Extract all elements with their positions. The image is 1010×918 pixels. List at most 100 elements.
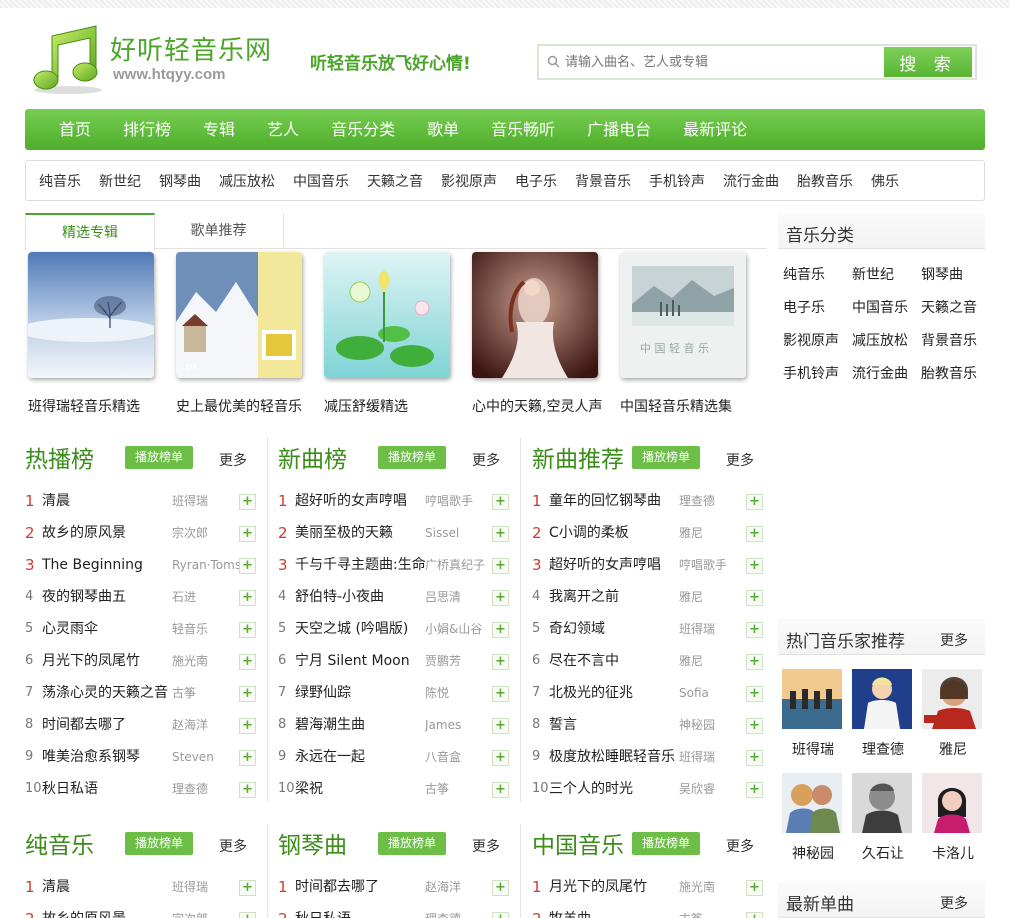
song-title[interactable]: 奇幻领域 [549, 613, 699, 645]
musician-item[interactable]: 班得瑞 [782, 669, 844, 759]
song-artist[interactable]: 雅尼 [679, 581, 747, 613]
add-icon[interactable]: + [492, 558, 509, 574]
add-icon[interactable]: + [239, 718, 256, 734]
more-link[interactable]: 更多 [219, 836, 247, 856]
category-link[interactable]: 钢琴曲 [159, 171, 201, 191]
song-title[interactable]: 我离开之前 [549, 581, 699, 613]
add-icon[interactable]: + [239, 526, 256, 542]
song-title[interactable]: 月光下的凤尾竹 [42, 645, 192, 677]
nav-item[interactable]: 音乐畅听 [491, 109, 555, 150]
category-link[interactable]: 流行金曲 [723, 171, 779, 191]
tab-featured-albums[interactable]: 精选专辑 [25, 213, 155, 250]
album-title[interactable]: 班得瑞轻音乐精选 [28, 396, 168, 416]
musician-name[interactable]: 卡洛儿 [922, 843, 984, 863]
add-icon[interactable]: + [746, 782, 763, 798]
musician-item[interactable]: 理查德 [852, 669, 914, 759]
song-artist[interactable]: 赵海洋 [425, 871, 493, 903]
musician-photo[interactable] [852, 669, 912, 729]
album-title[interactable]: 心中的天籁,空灵人声 [472, 396, 612, 416]
more-link[interactable]: 更多 [472, 450, 500, 470]
song-title[interactable]: 尽在不言中 [549, 645, 699, 677]
nav-item[interactable]: 专辑 [203, 109, 235, 150]
sidebar-category-link[interactable]: 钢琴曲 [921, 264, 963, 284]
chart-title[interactable]: 纯音乐 [25, 826, 94, 860]
category-link[interactable]: 天籁之音 [367, 171, 423, 191]
album-title[interactable]: 史上最优美的轻音乐 [176, 396, 316, 416]
song-title[interactable]: 唯美治愈系钢琴 [42, 741, 192, 773]
song-artist[interactable]: 班得瑞 [172, 871, 240, 903]
chart-title[interactable]: 新曲榜 [278, 440, 347, 474]
song-title[interactable]: 千与千寻主题曲:生命 [295, 549, 445, 581]
song-artist[interactable]: 雅尼 [679, 517, 747, 549]
musician-name[interactable]: 神秘园 [782, 843, 844, 863]
category-link[interactable]: 佛乐 [871, 171, 899, 191]
song-title[interactable]: 秋日私语 [42, 773, 192, 805]
add-icon[interactable]: + [746, 686, 763, 702]
add-icon[interactable]: + [492, 750, 509, 766]
song-artist[interactable]: 理查德 [679, 485, 747, 517]
more-link[interactable]: 更多 [472, 836, 500, 856]
song-artist[interactable]: 施光南 [172, 645, 240, 677]
song-artist[interactable]: 吴欣睿 [679, 773, 747, 805]
category-link[interactable]: 减压放松 [219, 171, 275, 191]
sidebar-category-link[interactable]: 中国音乐 [852, 297, 908, 317]
musician-photo[interactable] [922, 773, 982, 833]
album-cover[interactable] [28, 252, 154, 378]
musician-name[interactable]: 理查德 [852, 739, 914, 759]
musician-item[interactable]: 久石让 [852, 773, 914, 863]
song-artist[interactable]: 古筝 [679, 903, 747, 918]
add-icon[interactable]: + [239, 782, 256, 798]
album-title[interactable]: 中国轻音乐精选集 [620, 396, 760, 416]
musician-name[interactable]: 久石让 [852, 843, 914, 863]
song-artist[interactable]: Sofia [679, 677, 747, 709]
song-artist[interactable]: 赵海洋 [172, 709, 240, 741]
nav-item[interactable]: 艺人 [267, 109, 299, 150]
song-artist[interactable]: 石进 [172, 581, 240, 613]
add-icon[interactable]: + [492, 494, 509, 510]
album-item[interactable]: 心中的天籁,空灵人声 [472, 252, 612, 416]
song-title[interactable]: 天空之城 (吟唱版) [295, 613, 445, 645]
add-icon[interactable]: + [239, 622, 256, 638]
add-icon[interactable]: + [746, 590, 763, 606]
album-title[interactable]: 减压舒缓精选 [324, 396, 464, 416]
song-artist[interactable]: Sissel [425, 517, 493, 549]
play-chart-button[interactable]: 播放榜单 [378, 446, 446, 469]
play-chart-button[interactable]: 播放榜单 [632, 832, 700, 855]
sidebar-category-link[interactable]: 手机铃声 [783, 363, 839, 383]
nav-item[interactable]: 音乐分类 [331, 109, 395, 150]
song-artist[interactable]: 陈悦 [425, 677, 493, 709]
add-icon[interactable]: + [492, 686, 509, 702]
add-icon[interactable]: + [746, 622, 763, 638]
song-artist[interactable]: 贾鹏芳 [425, 645, 493, 677]
song-artist[interactable]: Steven [172, 741, 240, 773]
add-icon[interactable]: + [239, 686, 256, 702]
sidebar-category-link[interactable]: 天籁之音 [921, 297, 977, 317]
song-artist[interactable]: 小娟&山谷 [425, 613, 493, 645]
sidebar-category-link[interactable]: 纯音乐 [783, 264, 825, 284]
sidebar-category-link[interactable]: 减压放松 [852, 330, 908, 350]
musician-item[interactable]: 神秘园 [782, 773, 844, 863]
more-link[interactable]: 更多 [726, 450, 754, 470]
song-artist[interactable]: 哼唱歌手 [679, 549, 747, 581]
song-title[interactable]: 秋日私语 [295, 903, 445, 918]
add-icon[interactable]: + [239, 494, 256, 510]
song-title[interactable]: 童年的回忆钢琴曲 [549, 485, 699, 517]
song-artist[interactable]: 神秘园 [679, 709, 747, 741]
category-link[interactable]: 胎教音乐 [797, 171, 853, 191]
musician-photo[interactable] [782, 773, 842, 833]
chart-title[interactable]: 新曲推荐 [532, 440, 624, 474]
musician-name[interactable]: 雅尼 [922, 739, 984, 759]
nav-item[interactable]: 歌单 [427, 109, 459, 150]
add-icon[interactable]: + [746, 880, 763, 896]
add-icon[interactable]: + [746, 494, 763, 510]
add-icon[interactable]: + [492, 718, 509, 734]
song-artist[interactable]: 宗次郎 [172, 903, 240, 918]
song-title[interactable]: 牧羊曲 [549, 903, 699, 918]
album-cover[interactable]: DX [176, 252, 302, 378]
add-icon[interactable]: + [239, 654, 256, 670]
play-chart-button[interactable]: 播放榜单 [378, 832, 446, 855]
add-icon[interactable]: + [746, 750, 763, 766]
song-artist[interactable]: 古筝 [425, 773, 493, 805]
song-title[interactable]: 宁月 Silent Moon [295, 645, 445, 677]
sidebar-category-link[interactable]: 新世纪 [852, 264, 894, 284]
